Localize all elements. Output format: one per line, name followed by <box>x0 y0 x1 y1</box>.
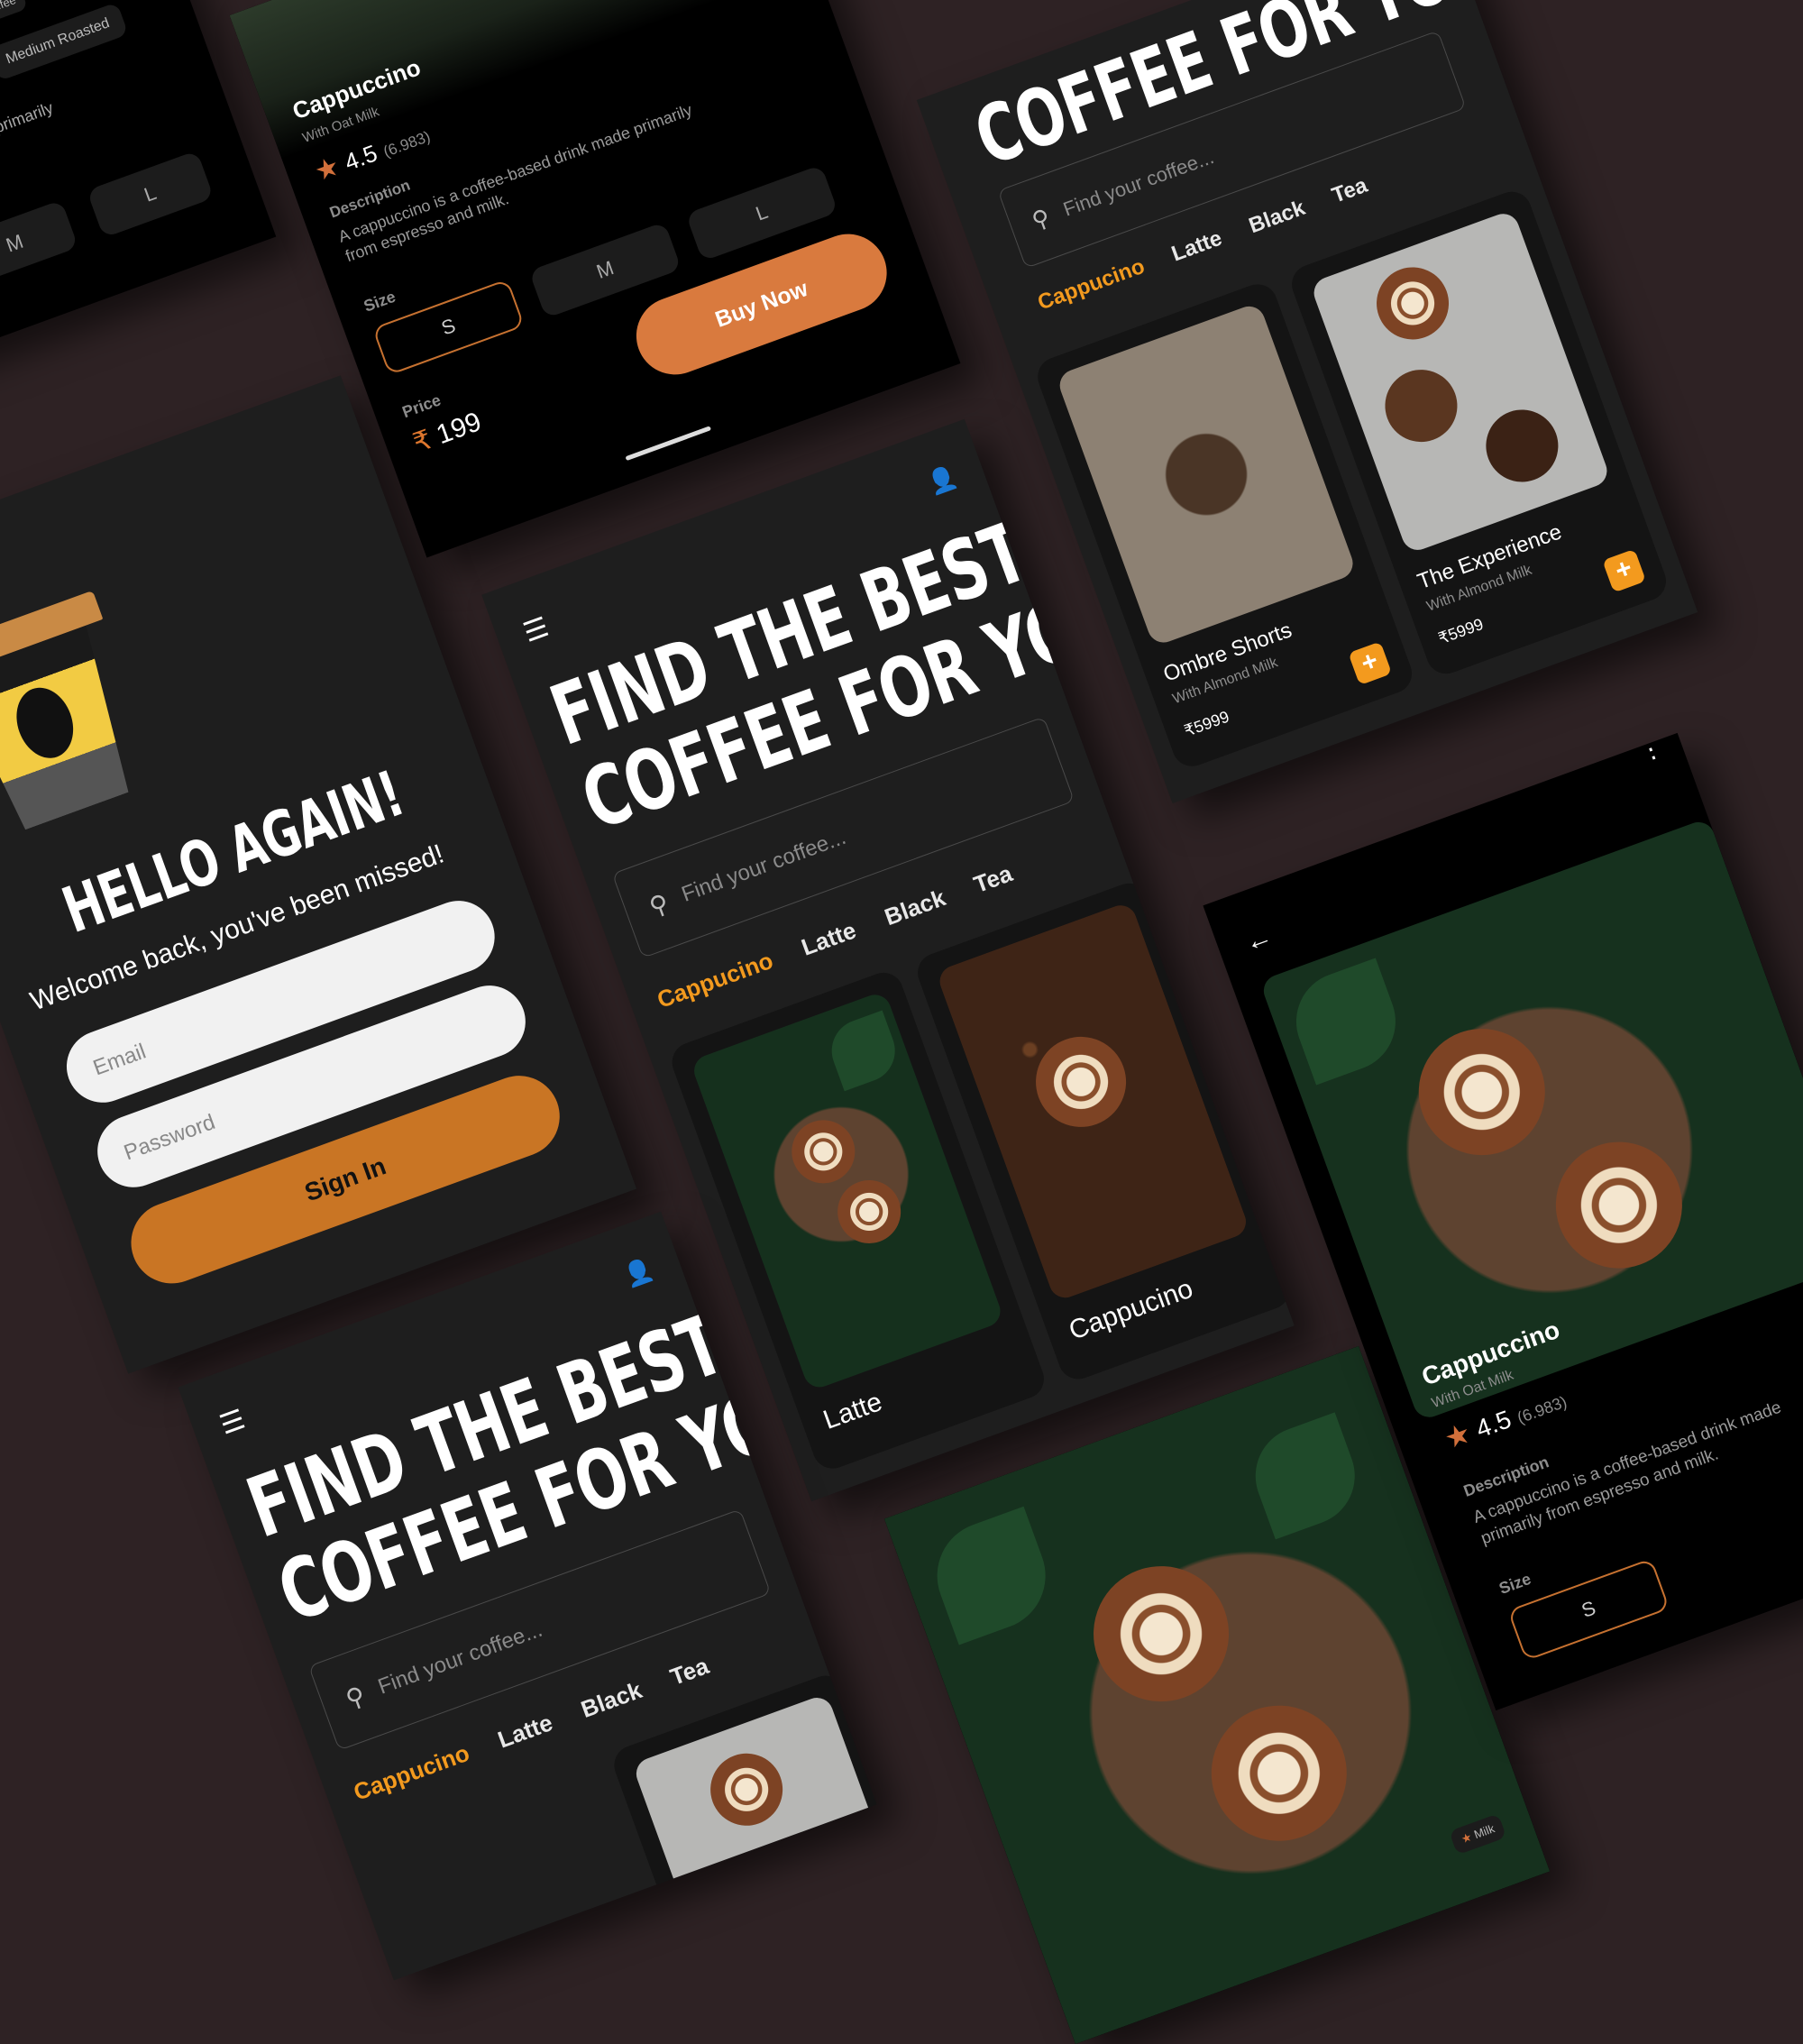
latte-art <box>700 1743 793 1837</box>
coffee-photo <box>1055 301 1358 647</box>
profile-icon[interactable]: 👤 <box>620 1254 657 1290</box>
ground-coffee <box>1375 359 1468 453</box>
coffee-photo <box>1309 209 1612 555</box>
leaf-decoration <box>822 1010 904 1092</box>
tab-tea[interactable]: Tea <box>666 1652 712 1691</box>
search-icon: ⚲ <box>645 888 673 921</box>
size-button-s[interactable]: S <box>1507 1557 1670 1662</box>
leaf-decoration <box>1282 958 1410 1086</box>
tab-latte[interactable]: Latte <box>1168 226 1225 268</box>
tab-tea[interactable]: Tea <box>970 859 1016 899</box>
add-to-cart-button[interactable]: + <box>1348 641 1393 686</box>
more-options-icon[interactable]: ⋮ <box>1634 733 1668 767</box>
detail-screen-partial-topleft: ★ Coffee Medium Roasted sed drink made p… <box>0 0 277 367</box>
size-button-m[interactable]: M <box>0 199 79 288</box>
size-button-l[interactable]: L <box>87 150 215 238</box>
back-arrow-icon[interactable]: ← <box>1240 921 1277 958</box>
coffee-photo <box>631 1692 877 1981</box>
tab-black[interactable]: Black <box>1246 196 1309 239</box>
search-icon: ⚲ <box>342 1680 370 1714</box>
tab-cappucino[interactable]: Cappucino <box>654 947 777 1014</box>
latte-art <box>828 1171 911 1252</box>
star-icon: ★ <box>310 151 344 188</box>
add-to-cart-button[interactable]: + <box>1602 548 1646 593</box>
coffee-beans <box>1476 399 1569 492</box>
latte-art <box>1022 1023 1139 1141</box>
search-icon: ⚲ <box>1028 203 1054 234</box>
product-price: ₹5999 <box>1435 614 1487 648</box>
roast-chip: Medium Roasted <box>0 2 129 82</box>
latte-art <box>783 1111 865 1193</box>
menu-icon[interactable]: ☰ <box>519 611 553 649</box>
home-indicator <box>625 426 712 462</box>
price-label: Price <box>399 390 444 422</box>
card-title: Latte <box>819 1387 887 1435</box>
tab-tea[interactable]: Tea <box>1329 173 1371 209</box>
star-icon: ★ <box>1440 1416 1476 1456</box>
latte-art <box>1538 1123 1700 1287</box>
leaf-decoration <box>921 1506 1061 1645</box>
profile-icon[interactable]: 👤 <box>924 463 961 499</box>
product-price: ₹5999 <box>1181 707 1232 740</box>
latte-art <box>1074 1546 1249 1721</box>
latte-art <box>1401 1011 1563 1173</box>
tab-latte[interactable]: Latte <box>798 916 860 961</box>
tab-black[interactable]: Black <box>881 884 949 931</box>
menu-icon[interactable]: ☰ <box>215 1404 250 1442</box>
login-screen: HELLO AGAIN! Welcome back, you've been m… <box>0 375 637 1374</box>
size-label: Size <box>361 287 398 316</box>
coffee-card[interactable] <box>609 1670 877 1981</box>
tab-latte[interactable]: Latte <box>494 1709 556 1754</box>
size-label: Size <box>1496 1569 1533 1598</box>
latte-art <box>1192 1686 1366 1860</box>
leaf-decoration <box>1241 1412 1369 1540</box>
star-icon: ★ <box>1459 1829 1474 1847</box>
app-logo <box>0 590 163 848</box>
latte-art <box>1366 257 1460 350</box>
tab-black[interactable]: Black <box>577 1676 645 1724</box>
tab-cappucino[interactable]: Cappucino <box>1035 254 1149 316</box>
coffee-chip: ★ Coffee <box>0 0 29 32</box>
tab-cappucino[interactable]: Cappucino <box>350 1739 473 1807</box>
size-button-s[interactable]: S <box>371 279 526 376</box>
